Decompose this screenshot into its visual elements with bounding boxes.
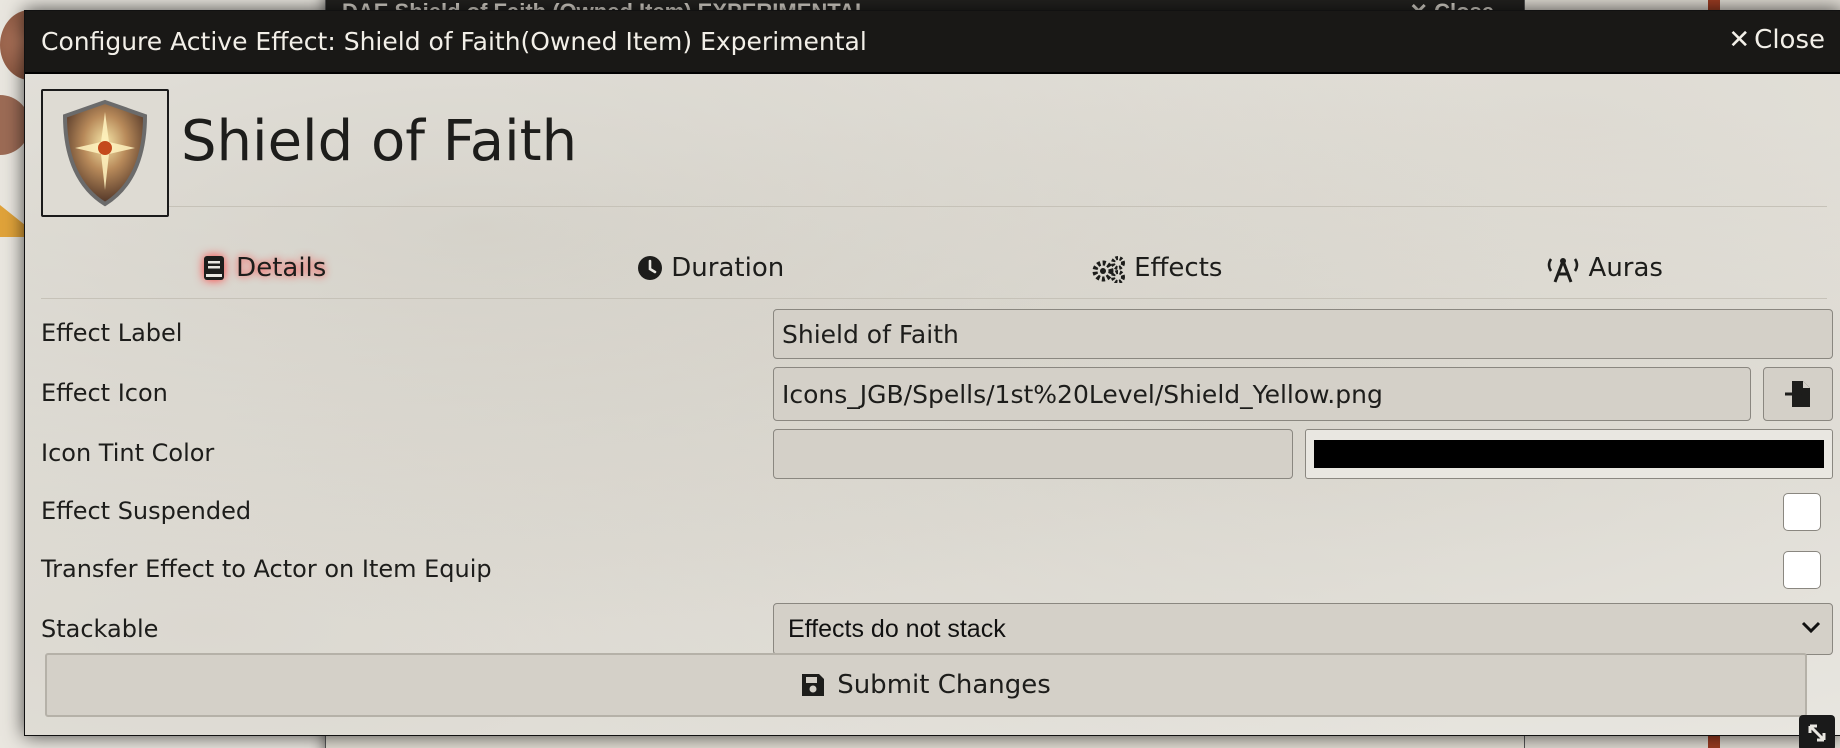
tab-duration-label: Duration [671, 252, 785, 283]
effect-header: Shield of Faith [41, 89, 1827, 217]
submit-changes-label: Submit Changes [837, 670, 1051, 700]
effect-suspended-label: Effect Suspended [41, 497, 252, 525]
shield-icon [62, 99, 148, 207]
stackable-selected-value: Effects do not stack [788, 614, 1006, 643]
dialog-title: Configure Active Effect: Shield of Faith… [41, 27, 867, 56]
close-label: Close [1754, 25, 1825, 55]
stackable-select[interactable]: Effects do not stack [773, 603, 1833, 655]
book-icon [202, 255, 228, 281]
effect-label-row: Effect Label Shield of Faith [41, 309, 1833, 361]
effect-icon-label: Effect Icon [41, 379, 168, 407]
chevron-down-icon [1801, 621, 1821, 634]
tab-effects[interactable]: Effects [934, 237, 1381, 298]
icon-tint-label: Icon Tint Color [41, 439, 215, 467]
gears-icon [1092, 255, 1126, 283]
tab-duration[interactable]: Duration [488, 237, 935, 298]
transfer-effect-checkbox[interactable] [1783, 551, 1821, 589]
file-import-icon [1785, 381, 1810, 407]
effect-icon-input[interactable]: Icons_JGB/Spells/1st%20Level/Shield_Yell… [773, 367, 1751, 421]
tab-effects-label: Effects [1134, 252, 1223, 283]
effect-label-input[interactable]: Shield of Faith [773, 309, 1833, 359]
transfer-effect-label: Transfer Effect to Actor on Item Equip [41, 555, 492, 583]
icon-tint-row: Icon Tint Color [41, 429, 1833, 481]
tab-bar: Details Duration Effects Auras [41, 237, 1827, 299]
stackable-label: Stackable [41, 615, 159, 643]
tab-details[interactable]: Details [41, 237, 488, 298]
broadcast-icon [1545, 255, 1581, 283]
resize-handle[interactable] [1799, 715, 1835, 748]
icon-tint-text-input[interactable] [773, 429, 1293, 479]
tab-auras-label: Auras [1588, 252, 1663, 283]
tab-details-label: Details [236, 252, 327, 283]
submit-changes-button[interactable]: Submit Changes [45, 653, 1807, 717]
effect-suspended-row: Effect Suspended [41, 491, 1827, 533]
close-button[interactable]: ✕ Close [1728, 25, 1825, 55]
clock-icon [637, 255, 663, 281]
close-icon: ✕ [1728, 25, 1751, 55]
save-icon [802, 674, 825, 696]
color-picker[interactable] [1305, 429, 1833, 479]
effect-image[interactable] [41, 89, 169, 217]
tab-auras[interactable]: Auras [1381, 237, 1828, 298]
dialog-header[interactable]: Configure Active Effect: Shield of Faith… [25, 11, 1840, 74]
configure-active-effect-dialog: Configure Active Effect: Shield of Faith… [24, 10, 1840, 748]
effect-suspended-checkbox[interactable] [1783, 493, 1821, 531]
effect-name: Shield of Faith [181, 109, 578, 174]
resize-icon [1808, 724, 1826, 742]
effect-label-label: Effect Label [41, 319, 183, 347]
stackable-row: Stackable Effects do not stack [41, 603, 1833, 657]
file-picker-button[interactable] [1763, 367, 1833, 421]
color-swatch [1314, 440, 1824, 468]
transfer-effect-row: Transfer Effect to Actor on Item Equip [41, 549, 1827, 591]
effect-icon-row: Effect Icon Icons_JGB/Spells/1st%20Level… [41, 367, 1833, 423]
